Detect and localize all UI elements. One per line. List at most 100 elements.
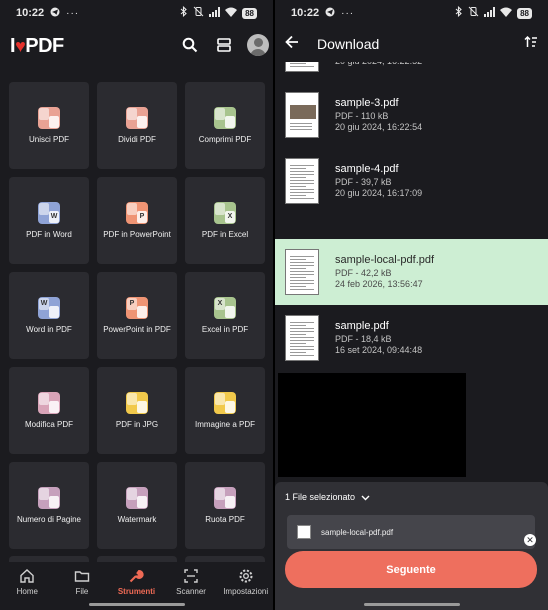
split-icon [126, 106, 148, 129]
file-info: sample-local-pdf.pdf PDF - 42,2 kB 24 feb … [335, 254, 434, 290]
next-button[interactable]: Seguente [285, 551, 537, 588]
tool-watermark[interactable]: Watermark [97, 462, 177, 549]
selection-toggle[interactable]: 1 File selezionato [285, 492, 370, 502]
selected-file-thumbnail [297, 525, 311, 539]
tool-icon-part: P [137, 210, 147, 223]
account-button[interactable] [247, 34, 269, 56]
page-numbers-icon [38, 486, 60, 509]
tool-icon-part [137, 115, 147, 128]
merge-icon [38, 106, 60, 129]
tool-pdf-to-excel[interactable]: X PDF in Excel [185, 177, 265, 264]
battery-icon: 88 [517, 7, 532, 19]
tool-word-to-pdf[interactable]: W Word in PDF [9, 272, 89, 359]
powerpoint-to-pdf-icon: P [126, 296, 148, 319]
status-bar: 10:22 ··· 88 [0, 0, 273, 26]
tool-label: Ruota PDF [205, 514, 245, 524]
tool-icon-part [137, 495, 147, 508]
tool-image-to-pdf[interactable]: Immagine a PDF [185, 367, 265, 454]
avatar [247, 34, 269, 56]
file-row[interactable]: sample-4.pdf PDF - 39,7 kB 20 giu 2024, 16… [275, 148, 548, 214]
tool-icon-part [39, 107, 49, 120]
file-name: sample-local-pdf.pdf [335, 253, 435, 266]
selection-sheet: 1 File selezionato sample-local-pdf.pdf … [275, 482, 548, 610]
scanner-icon [183, 568, 199, 584]
folder-icon [74, 568, 90, 584]
file-size: PDF - 42,2 kB [335, 267, 392, 278]
tool-split[interactable]: Dividi PDF [97, 82, 177, 169]
file-row[interactable]: sample.pdf PDF - 18,4 kB 16 set 2024, 09:4… [275, 305, 548, 371]
tool-icon-part [127, 202, 137, 215]
gear-icon [238, 568, 254, 584]
tool-powerpoint-to-pdf[interactable]: P PowerPoint in PDF [97, 272, 177, 359]
status-more: ··· [341, 7, 355, 19]
tool-merge[interactable]: Unisci PDF [9, 82, 89, 169]
file-row[interactable]: sample-3.pdf PDF - 110 kB 20 giu 2024, 16:… [275, 82, 548, 148]
tool-label: PDF in Excel [201, 229, 249, 239]
telegram-icon [50, 7, 60, 20]
remove-selected-button[interactable]: ✕ [524, 534, 536, 546]
file-info: sample-4.pdf PDF - 39,7 kB 20 giu 2024, 16… [335, 163, 422, 199]
search-button[interactable] [179, 34, 201, 56]
word-to-pdf-icon: W [38, 296, 60, 319]
back-button[interactable] [285, 35, 299, 54]
tool-edit-pdf[interactable]: Modifica PDF [9, 367, 89, 454]
file-name: sample-4.pdf [335, 162, 399, 175]
tools-grid: Unisci PDF Dividi PDF Comprimi PDF W PDF in … [9, 82, 265, 549]
tool-icon-part: X [215, 297, 225, 310]
tool-icon-part [49, 495, 59, 508]
tool-icon-part [225, 305, 235, 318]
file-size: PDF - 39,7 kB [335, 176, 392, 187]
tool-label: PDF in PowerPoint [103, 229, 171, 239]
logo-suffix: PDF [25, 35, 64, 57]
tool-label: PDF in JPG [115, 419, 159, 429]
tool-icon-part [137, 400, 147, 413]
tool-excel-to-pdf[interactable]: X Excel in PDF [185, 272, 265, 359]
gesture-bar [88, 603, 185, 606]
tool-icon-part [215, 107, 225, 120]
tool-pdf-to-powerpoint[interactable]: P PDF in PowerPoint [97, 177, 177, 264]
tool-label: Modifica PDF [24, 419, 73, 429]
storage-button[interactable] [213, 34, 235, 56]
tool-icon-part: X [225, 210, 235, 223]
tool-pdf-to-jpg[interactable]: PDF in JPG [97, 367, 177, 454]
file-info: sample.pdf PDF - 18,4 kB 16 set 2024, 09:4… [335, 320, 422, 356]
tool-label: PDF in Word [26, 229, 72, 239]
close-icon: ✕ [526, 534, 534, 545]
download-screen: 10:22 ··· 88 Download sample-2.pdfPDF - … [275, 0, 548, 610]
tool-icon-part [39, 202, 49, 215]
tools-screen: 10:22 ··· 88 I♥PDF Unisci PDF Dividi PDF C… [0, 0, 273, 610]
rotate-pdf-icon [214, 486, 236, 509]
compress-icon [214, 106, 236, 129]
nav-home[interactable]: Home [0, 562, 55, 610]
file-info: sample-3.pdf PDF - 110 kB 20 giu 2024, 16:… [335, 97, 422, 133]
selected-file-card: sample-local-pdf.pdf [287, 515, 535, 549]
file-name: sample-3.pdf [335, 96, 399, 109]
tool-label: Excel in PDF [201, 324, 249, 334]
vibrate-off-icon [468, 6, 479, 20]
signal-icon [484, 6, 496, 20]
tool-icon-part [39, 392, 49, 405]
file-row[interactable]: sample-local-pdf.pdf PDF - 42,2 kB 24 feb … [275, 239, 548, 305]
image-to-pdf-icon [214, 391, 236, 414]
tool-icon-part [215, 202, 225, 215]
tool-rotate-pdf[interactable]: Ruota PDF [185, 462, 265, 549]
sort-button[interactable] [524, 35, 538, 54]
tool-compress[interactable]: Comprimi PDF [185, 82, 265, 169]
pdf-to-powerpoint-icon: P [126, 201, 148, 224]
tool-page-numbers[interactable]: Numero di Pagine [9, 462, 89, 549]
file-size: PDF - 110 kB [335, 110, 389, 121]
tool-label: PowerPoint in PDF [103, 324, 171, 334]
file-date: 16 set 2024, 09:44:48 [335, 344, 423, 355]
tool-pdf-to-word[interactable]: W PDF in Word [9, 177, 89, 264]
telegram-icon [325, 7, 335, 20]
gesture-bar [363, 603, 460, 606]
tool-icon-part: P [127, 297, 137, 310]
tool-icon-part: W [39, 297, 49, 310]
bluetooth-icon [455, 5, 463, 20]
nav-gear[interactable]: Impostazioni [218, 562, 273, 610]
file-thumbnail [285, 158, 319, 204]
tool-icon-part [225, 495, 235, 508]
tool-icon-part [49, 305, 59, 318]
edit-pdf-icon [38, 391, 60, 414]
app-logo: I♥PDF [10, 35, 64, 58]
